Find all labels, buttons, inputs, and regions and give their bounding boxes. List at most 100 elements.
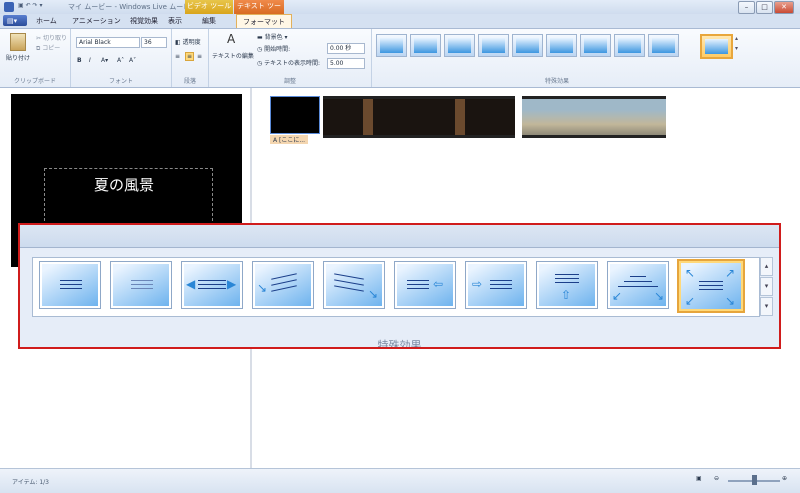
context-video-tools: ビデオ ツール <box>185 0 233 14</box>
arrow-left-icon: ◀ <box>186 277 196 291</box>
tab-format[interactable]: フォーマット <box>236 14 292 28</box>
tab-edit[interactable]: 編集 <box>196 14 222 28</box>
clip-caption-label[interactable]: A [ここに... <box>270 135 309 144</box>
font-family-select[interactable]: Arial Black <box>76 37 140 48</box>
group-clipboard: 貼り付け ✂ 切り取り ⧉ コピー クリップボード <box>0 29 71 87</box>
quick-access-toolbar[interactable]: ▣ ↶ ↷ ▾ <box>18 2 42 9</box>
effect-none-large[interactable] <box>39 261 101 309</box>
gallery-expand-button[interactable]: ▾ <box>760 297 773 316</box>
shrink-font-icon[interactable]: A˅ <box>129 57 136 64</box>
gallery-up-button[interactable]: ▴ <box>760 257 773 276</box>
clock-icon: ◷ <box>257 60 263 67</box>
effect-fly-right-button[interactable] <box>580 34 611 57</box>
group-label-adjust: 調整 <box>283 78 296 85</box>
ribbon: 貼り付け ✂ 切り取り ⧉ コピー クリップボード Arial Black 36… <box>0 29 800 88</box>
edit-text-button[interactable]: テキストの編集 <box>212 51 254 60</box>
group-effects: 特殊効果 <box>372 29 742 87</box>
tab-visual-effects[interactable]: 視覚効果 <box>124 14 164 28</box>
align-left-icon[interactable]: ≡ <box>175 53 180 60</box>
effect-swing-in-large[interactable]: ↘ <box>252 261 314 309</box>
effect-fly-left-large[interactable]: ⇦ <box>394 261 456 309</box>
paint-icon: ▬ <box>257 34 263 41</box>
close-button[interactable]: ✕ <box>774 1 794 14</box>
effect-cinematic-button[interactable] <box>648 34 679 57</box>
effect-zoom-button[interactable] <box>700 34 733 59</box>
gallery-scroll-down-icon[interactable]: ▾ <box>735 45 738 52</box>
start-time-text: 開始時間: <box>264 46 291 53</box>
font-color-button[interactable]: A▾ <box>101 57 108 64</box>
effects-gallery: ◀ ▶ ↘ ↘ ⇦ ⇨ ⇧ ↙ ↘ ↖ ↗ ↙ ↘ <box>32 257 760 317</box>
start-time-input[interactable]: 0.00 秒 <box>327 43 365 54</box>
group-paragraph: ◧ 透明度 ≡ ≡ ≡ 段落 <box>172 29 209 87</box>
effect-cinematic-large[interactable]: ↙ ↘ <box>607 261 669 309</box>
tab-animation[interactable]: アニメーション <box>66 14 127 28</box>
tab-view[interactable]: 表示 <box>162 14 188 28</box>
arrow-right-icon: ▶ <box>227 277 237 291</box>
font-size-select[interactable]: 36 <box>141 37 167 48</box>
gallery-down-button[interactable]: ▾ <box>760 277 773 296</box>
ribbon-tabs: ▤▾ ホーム アニメーション 視覚効果 表示 編集 フォーマット <box>0 14 800 29</box>
maximize-button[interactable]: □ <box>756 1 773 14</box>
background-color-label: 背景色 <box>264 34 283 41</box>
grow-font-icon[interactable]: A˄ <box>117 57 124 64</box>
transparency-label: 透明度 <box>182 39 201 46</box>
duration-label: ◷ テキストの表示時間: <box>257 58 320 67</box>
clock-icon: ◷ <box>257 46 263 53</box>
caption-text: 夏の風景 <box>94 176 155 194</box>
align-center-icon[interactable]: ≡ <box>185 52 195 61</box>
item-count: アイテム: 1/3 <box>12 479 49 486</box>
copy-icon: ⧉ <box>36 45 41 52</box>
transparency-button[interactable]: ◧ 透明度 <box>175 37 201 46</box>
arrow-up-icon: ⇧ <box>561 288 572 302</box>
effect-scroll-horizontal-button[interactable] <box>444 34 475 57</box>
title-bar: ▣ ↶ ↷ ▾ マイ ムービー - Windows Live ムービー メーカー… <box>0 0 800 23</box>
arrow-curve-out-icon: ↘ <box>368 287 379 301</box>
effect-zoom-large-selected[interactable]: ↖ ↗ ↙ ↘ <box>677 259 745 313</box>
effect-swing-out-button[interactable] <box>512 34 543 57</box>
clip-title-card[interactable] <box>270 96 320 134</box>
text-icon: A <box>273 137 278 144</box>
gallery-scroll-up-icon[interactable]: ▴ <box>735 35 738 42</box>
effect-fly-up-large[interactable]: ⇧ <box>536 261 598 309</box>
effect-swing-in-button[interactable] <box>478 34 509 57</box>
group-label-clipboard: クリップボード <box>13 78 56 85</box>
menu-icon: ▤▾ <box>7 17 18 25</box>
start-time-label: ◷ 開始時間: <box>257 44 290 53</box>
group-font: Arial Black 36 B I A▾ A˄ A˅ フォント <box>71 29 172 87</box>
zoom-in-icon[interactable]: ⊕ <box>782 475 787 482</box>
edit-text-icon: A <box>227 32 236 46</box>
arrow-right-icon: ⇨ <box>472 277 483 291</box>
zoom-slider-thumb[interactable] <box>752 475 757 485</box>
copy-button[interactable]: ⧉ コピー <box>36 43 60 53</box>
clip-beach[interactable] <box>522 96 666 138</box>
effect-fade-button[interactable] <box>410 34 441 57</box>
arrow-up-left-icon: ↖ <box>685 266 696 280</box>
align-right-icon[interactable]: ≡ <box>197 53 202 60</box>
bold-button[interactable]: B <box>77 57 82 64</box>
application-menu-button[interactable]: ▤▾ <box>3 15 27 26</box>
background-color-button[interactable]: ▬ 背景色 ▾ <box>257 32 288 41</box>
cut-button[interactable]: ✂ 切り取り <box>36 33 67 42</box>
tab-home[interactable]: ホーム <box>30 14 63 28</box>
effect-scroll-large[interactable]: ◀ ▶ <box>181 261 243 309</box>
minimize-button[interactable]: – <box>738 1 755 14</box>
zoom-header <box>20 225 779 248</box>
arrow-left-icon: ⇦ <box>433 277 444 291</box>
arrow-down-left-icon: ↙ <box>685 294 696 308</box>
effect-fly-right-large[interactable]: ⇨ <box>465 261 527 309</box>
zoom-out-icon[interactable]: ⊖ <box>714 475 719 482</box>
effect-none-button[interactable] <box>376 34 407 57</box>
duration-input[interactable]: 5.00 <box>327 58 365 69</box>
effect-fly-up-button[interactable] <box>614 34 645 57</box>
italic-button[interactable]: I <box>89 57 91 64</box>
clip-fireworks[interactable] <box>323 96 515 138</box>
context-text-tools: テキスト ツール <box>234 0 284 23</box>
paste-button[interactable]: 貼り付け <box>6 53 30 62</box>
cut-label: 切り取り <box>42 35 67 42</box>
transparency-icon: ◧ <box>175 39 181 46</box>
effect-swing-out-large[interactable]: ↘ <box>323 261 385 309</box>
effect-fly-left-button[interactable] <box>546 34 577 57</box>
effect-fade-large[interactable] <box>110 261 172 309</box>
group-label-font: フォント <box>108 78 133 85</box>
thumbnail-size-icon[interactable]: ▣ <box>696 475 702 482</box>
